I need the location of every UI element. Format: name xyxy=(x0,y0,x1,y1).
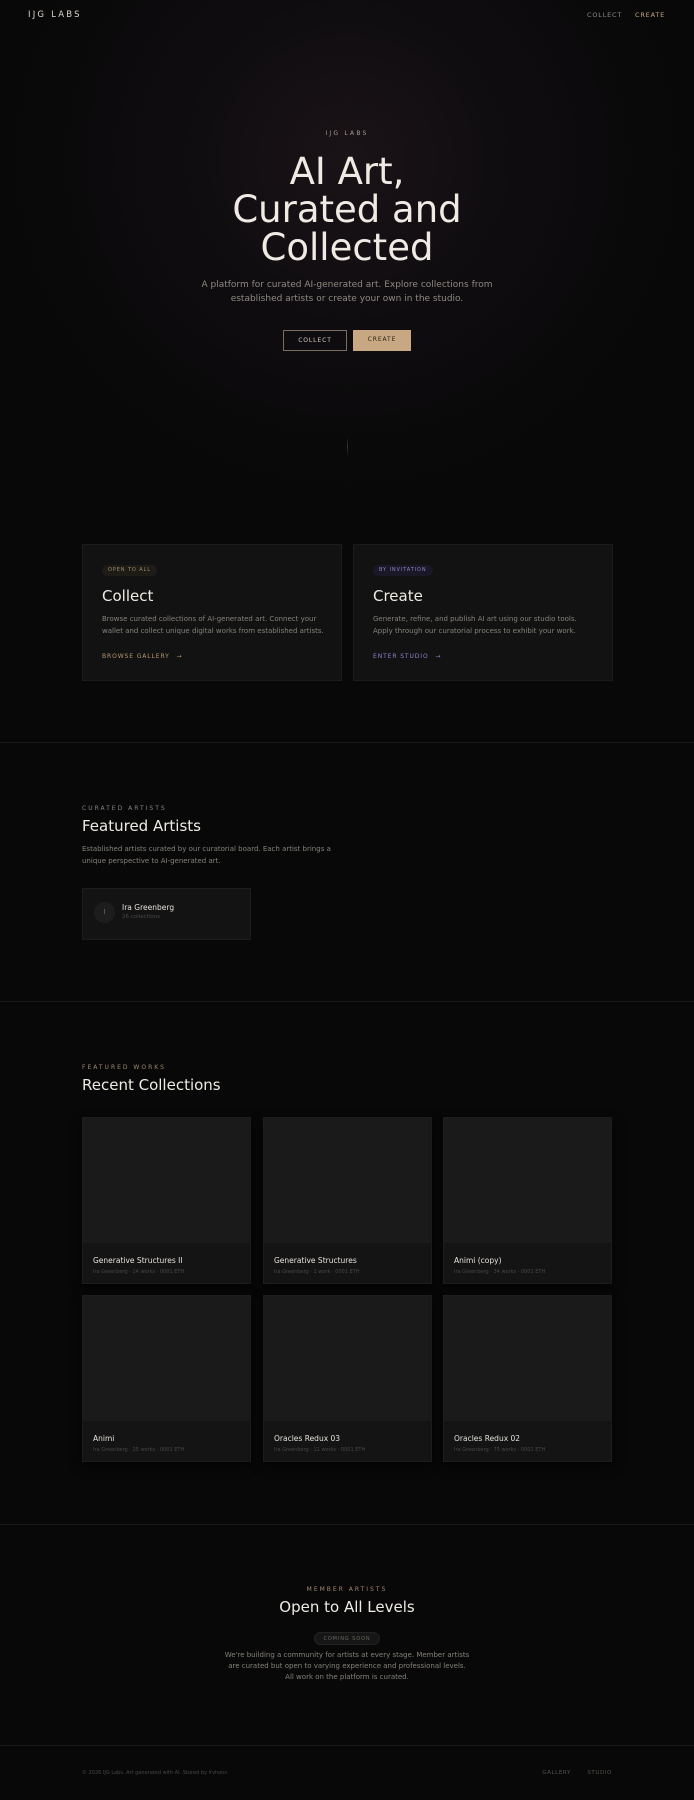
avatar: I xyxy=(94,902,115,923)
browse-gallery-link[interactable]: BROWSE GALLERY → xyxy=(102,653,182,660)
hero-title-line: AI Art, xyxy=(289,150,405,193)
artists-title: Featured Artists xyxy=(82,817,201,835)
nav-link-create[interactable]: CREATE xyxy=(635,11,665,19)
collections-eyebrow: FEATURED WORKS xyxy=(82,1064,166,1071)
create-card-description: Generate, refine, and publish AI art usi… xyxy=(373,615,577,635)
collect-path-card[interactable]: OPEN TO ALL Collect Browse curated colle… xyxy=(82,544,342,681)
collection-artist: Ira Greenberg xyxy=(454,1269,489,1275)
collection-name: Oracles Redux 03 xyxy=(274,1434,341,1443)
collection-card[interactable]: Generative Structures Ira Greenberg · 1 … xyxy=(263,1117,432,1284)
collection-thumbnail xyxy=(264,1118,431,1243)
artists-eyebrow: CURATED ARTISTS xyxy=(82,805,167,812)
members-title: Open to All Levels xyxy=(279,1598,415,1616)
section-divider xyxy=(0,742,694,743)
collection-artist: Ira Greenberg xyxy=(274,1447,309,1453)
collection-works: 34 works xyxy=(493,1269,517,1275)
hero-title-line: Curated and xyxy=(232,188,462,231)
members-eyebrow: MEMBER ARTISTS xyxy=(306,1586,388,1593)
footer-links: GALLERY STUDIO xyxy=(528,1770,612,1776)
artist-card[interactable]: I Ira Greenberg 26 collections xyxy=(82,888,251,940)
section-divider xyxy=(0,1001,694,1002)
nav-link-collect[interactable]: COLLECT xyxy=(587,11,622,19)
collection-price: 0001 ETH xyxy=(340,1447,366,1453)
collection-thumbnail xyxy=(83,1118,250,1243)
collection-price: 0001 ETH xyxy=(159,1447,185,1453)
collection-thumbnail xyxy=(444,1118,611,1243)
footer-divider xyxy=(0,1745,694,1746)
collection-card[interactable]: Oracles Redux 02 Ira Greenberg · 75 work… xyxy=(443,1295,612,1462)
hero-actions: COLLECT CREATE xyxy=(0,330,694,351)
collection-card[interactable]: Generative Structures II Ira Greenberg ·… xyxy=(82,1117,251,1284)
collection-name: Generative Structures II xyxy=(93,1256,183,1265)
collection-artist: Ira Greenberg xyxy=(454,1447,489,1453)
create-path-card[interactable]: BY INVITATION Create Generate, refine, a… xyxy=(353,544,613,681)
arrow-right-icon: → xyxy=(435,653,442,660)
collection-price: 0001 ETH xyxy=(335,1269,360,1275)
collection-card[interactable]: Animi Ira Greenberg · 25 works · 0001 ET… xyxy=(82,1295,251,1462)
collection-name: Oracles Redux 02 xyxy=(454,1434,521,1443)
top-nav: IJG LABS COLLECT CREATE xyxy=(0,0,694,30)
by-invitation-badge: BY INVITATION xyxy=(373,565,433,576)
coming-soon-wrap: COMING SOON xyxy=(0,1625,694,1645)
footer-copyright: © 2026 IJG Labs. Art generated with AI. … xyxy=(82,1770,228,1776)
hero-title-line: Collected xyxy=(260,226,434,269)
collection-meta: Ira Greenberg · 14 works · 0001 ETH xyxy=(93,1269,185,1275)
collections-title: Recent Collections xyxy=(82,1076,221,1094)
hero-title: AI Art, Curated and Collected xyxy=(0,153,694,267)
section-divider xyxy=(0,1524,694,1525)
artist-name: Ira Greenberg xyxy=(122,903,175,912)
collection-meta: Ira Greenberg · 11 works · 0001 ETH xyxy=(274,1447,366,1453)
collection-price: 0001 ETH xyxy=(520,1447,546,1453)
footer-link-studio[interactable]: STUDIO xyxy=(587,1770,612,1776)
create-card-title: Create xyxy=(373,587,423,605)
enter-studio-label: ENTER STUDIO xyxy=(373,653,429,660)
site-logo[interactable]: IJG LABS xyxy=(28,10,82,20)
collection-works: 75 works xyxy=(493,1447,517,1453)
hero-eyebrow: IJG LABS xyxy=(325,130,369,137)
hero-section: IJG LABS AI Art, Curated and Collected A… xyxy=(0,0,694,500)
collection-card[interactable]: Oracles Redux 03 Ira Greenberg · 11 work… xyxy=(263,1295,432,1462)
create-button[interactable]: CREATE xyxy=(353,330,411,351)
footer-link-gallery[interactable]: GALLERY xyxy=(542,1770,571,1776)
collection-card[interactable]: Animi (copy) Ira Greenberg · 34 works · … xyxy=(443,1117,612,1284)
collection-price: 0001 ETH xyxy=(159,1269,185,1275)
collect-card-description: Browse curated collections of AI-generat… xyxy=(102,615,324,635)
collection-works: 25 works xyxy=(132,1447,156,1453)
scroll-indicator xyxy=(347,437,348,457)
collect-button[interactable]: COLLECT xyxy=(283,330,347,351)
collection-meta: Ira Greenberg · 34 works · 0001 ETH xyxy=(454,1269,546,1275)
collection-name: Generative Structures xyxy=(274,1256,357,1265)
collection-works: 1 work xyxy=(313,1269,331,1275)
collection-thumbnail xyxy=(83,1296,250,1421)
collection-artist: Ira Greenberg xyxy=(274,1269,309,1275)
arrow-right-icon: → xyxy=(176,653,183,660)
collection-name: Animi (copy) xyxy=(454,1256,502,1265)
collection-works: 11 works xyxy=(313,1447,337,1453)
hero-subtitle: A platform for curated AI-generated art.… xyxy=(201,280,493,304)
nav-links: COLLECT CREATE xyxy=(577,11,665,19)
collection-meta: Ira Greenberg · 1 work · 0001 ETH xyxy=(274,1269,360,1275)
artists-description: Established artists curated by our curat… xyxy=(82,845,331,865)
collection-thumbnail xyxy=(264,1296,431,1421)
collection-artist: Ira Greenberg xyxy=(93,1447,128,1453)
collection-thumbnail xyxy=(444,1296,611,1421)
collection-meta: Ira Greenberg · 75 works · 0001 ETH xyxy=(454,1447,546,1453)
collection-works: 14 works xyxy=(132,1269,156,1275)
open-to-all-badge: OPEN TO ALL xyxy=(102,565,157,576)
collection-price: 0001 ETH xyxy=(520,1269,546,1275)
members-description: We're building a community for artists a… xyxy=(224,1651,470,1681)
browse-gallery-label: BROWSE GALLERY xyxy=(102,653,170,660)
collection-meta: Ira Greenberg · 25 works · 0001 ETH xyxy=(93,1447,185,1453)
artist-collection-count: 26 collections xyxy=(122,914,161,920)
enter-studio-link[interactable]: ENTER STUDIO → xyxy=(373,653,441,660)
coming-soon-badge: COMING SOON xyxy=(314,1632,380,1645)
collect-card-title: Collect xyxy=(102,587,154,605)
collection-artist: Ira Greenberg xyxy=(93,1269,128,1275)
collection-name: Animi xyxy=(93,1434,115,1443)
